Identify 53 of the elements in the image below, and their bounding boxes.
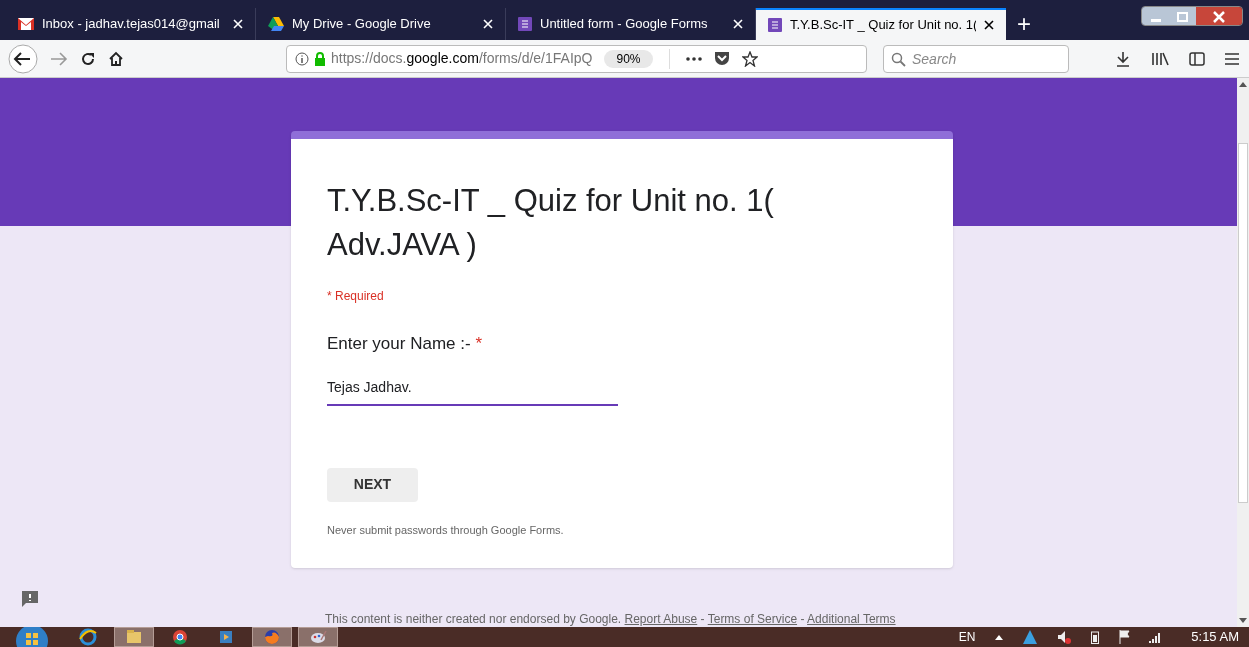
search-field[interactable]: Search xyxy=(883,44,1069,73)
battery-icon[interactable] xyxy=(1091,630,1100,644)
new-tab-button[interactable]: + xyxy=(1006,8,1042,40)
close-icon[interactable] xyxy=(984,20,994,30)
tab-title: My Drive - Google Drive xyxy=(292,15,432,34)
next-button[interactable]: NEXT xyxy=(327,467,418,502)
info-icon[interactable] xyxy=(295,51,309,66)
password-notice: Never submit passwords through Google Forms. xyxy=(327,522,565,538)
home-icon[interactable] xyxy=(108,50,124,67)
language-indicator[interactable]: EN xyxy=(958,628,976,646)
scroll-thumb[interactable] xyxy=(1238,142,1248,503)
pocket-icon[interactable] xyxy=(713,51,730,66)
tab-title: Inbox - jadhav.tejas014@gmail xyxy=(42,15,221,34)
mail-icon xyxy=(18,18,34,30)
tab-title: Untitled form - Google Forms xyxy=(540,15,709,34)
speaker-icon[interactable] xyxy=(1057,630,1072,644)
required-asterisk: * xyxy=(475,333,483,355)
library-icon[interactable] xyxy=(1151,50,1169,67)
download-icon[interactable] xyxy=(1115,50,1131,67)
footer-link[interactable]: Additional Terms xyxy=(807,612,896,626)
required-note: * Required xyxy=(327,288,385,305)
question-label: Enter your Name :- xyxy=(327,333,471,355)
search-icon xyxy=(891,51,906,67)
footer-text: This content is neither created nor endorsed by Google. Report Abuse - Terms of Service - Additional Terms xyxy=(325,611,896,627)
reload-icon[interactable] xyxy=(80,50,96,67)
scroll-up-icon[interactable] xyxy=(1239,82,1247,87)
list-icon xyxy=(768,18,782,32)
scroll-down-icon[interactable] xyxy=(1239,618,1247,623)
more-icon[interactable] xyxy=(685,56,702,61)
feedback-icon[interactable] xyxy=(21,590,39,608)
triangle-icon xyxy=(268,17,284,31)
address-bar[interactable]: https://docs.google.com/forms/d/e/1FAIpQ 90% xyxy=(286,44,867,73)
padlock-icon xyxy=(313,51,327,66)
circle-icon[interactable] xyxy=(170,627,190,647)
taskbar-app[interactable] xyxy=(252,627,292,647)
triangle-icon[interactable] xyxy=(1023,630,1038,644)
taskbar-app[interactable] xyxy=(298,627,338,647)
globe-icon[interactable] xyxy=(262,627,282,647)
sidebar-icon[interactable] xyxy=(1189,51,1205,66)
footer-link[interactable]: Terms of Service xyxy=(707,612,798,626)
name-input-field[interactable]: Tejas Jadhav. xyxy=(327,376,618,406)
caret-up-icon[interactable] xyxy=(995,634,1004,640)
menu-icon[interactable] xyxy=(1225,52,1239,65)
scrollbar[interactable] xyxy=(1237,78,1249,627)
form-title: T.Y.B.Sc-IT _ Quiz for Unit no. 1( Adv.JAVA ) xyxy=(327,182,775,264)
back-icon[interactable] xyxy=(8,43,38,74)
star-icon[interactable] xyxy=(741,50,758,67)
list-icon xyxy=(518,17,532,31)
footer-link[interactable]: Report Abuse xyxy=(624,612,698,626)
zoom-level[interactable]: 90% xyxy=(604,49,653,68)
url-text: https://docs.google.com/forms/d/e/1FAIpQ xyxy=(331,49,593,68)
clock-time[interactable]: 5:15 AM xyxy=(1191,627,1239,647)
forward-icon[interactable] xyxy=(50,50,68,67)
